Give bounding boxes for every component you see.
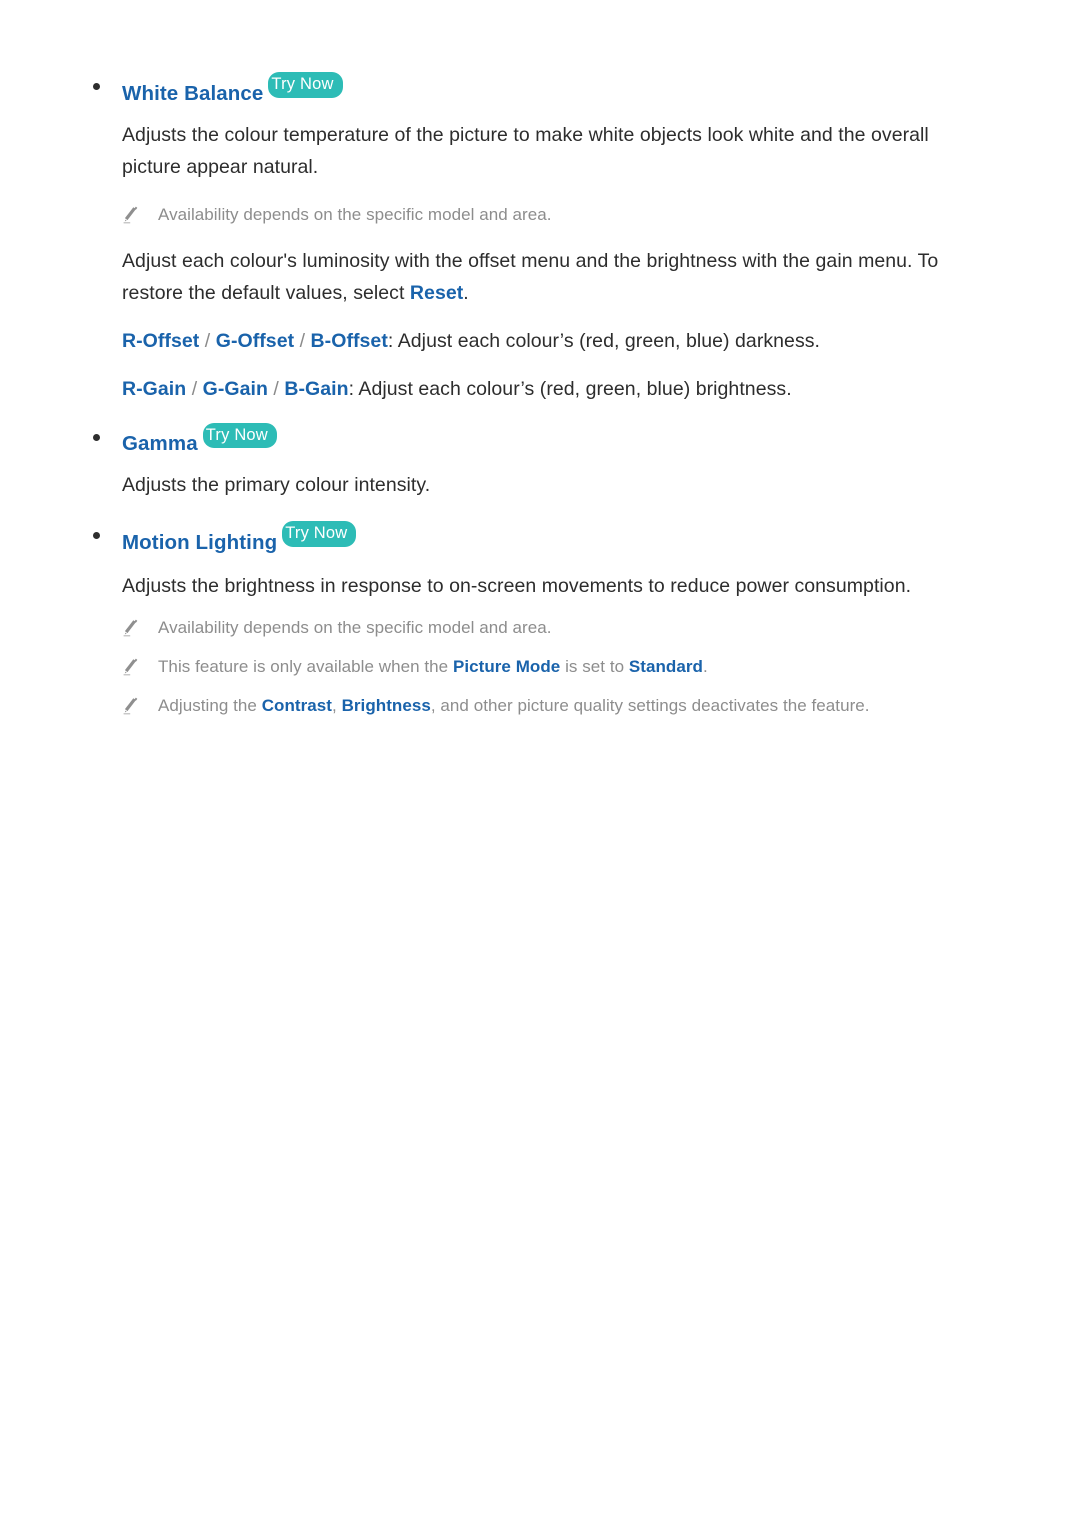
term-separator-1: / <box>204 329 211 352</box>
bullet-dot-icon <box>93 83 100 90</box>
term-reset[interactable]: Reset <box>410 282 463 304</box>
paragraph-text: Adjusts the colour temperature of the pi… <box>122 123 929 178</box>
note-motion-lighting-availability: Availability depends on the specific mod… <box>0 614 1080 642</box>
term-contrast[interactable]: Contrast <box>262 696 332 715</box>
paragraph-motion-lighting-description: Adjusts the brightness in response to on… <box>0 570 1080 602</box>
note-text: Availability depends on the specific mod… <box>158 617 552 637</box>
term-g-gain[interactable]: G-Gain <box>203 378 268 400</box>
note-white-balance-availability: Availability depends on the specific mod… <box>0 201 1080 229</box>
note-text-part3: , and other picture quality settings dea… <box>430 695 870 715</box>
heading-label: Gamma <box>122 432 198 455</box>
section-heading-motion-lighting: Motion Lighting Try Now <box>0 521 1080 556</box>
heading-text: White Balance Try Now <box>122 72 343 105</box>
note-text-part1: This feature is only available when the <box>158 656 453 676</box>
note-text-part3: . <box>702 656 708 676</box>
paragraph-text: Adjusts the brightness in response to on… <box>122 574 912 597</box>
term-separator-2: / <box>299 329 306 352</box>
term-r-offset[interactable]: R-Offset <box>122 330 199 352</box>
term-standard[interactable]: Standard <box>629 657 703 676</box>
document-page: White Balance Try Now Adjusts the colour … <box>0 0 1080 1527</box>
paragraph-gamma-description: Adjusts the primary colour intensity. <box>0 469 1080 501</box>
pencil-icon <box>122 205 140 224</box>
pencil-icon <box>122 657 140 676</box>
term-b-offset[interactable]: B-Offset <box>311 330 388 352</box>
note-motion-lighting-picture-mode: This feature is only available when the … <box>0 653 1080 681</box>
note-text-part2: , <box>332 695 342 715</box>
try-now-badge[interactable]: Try Now <box>202 422 277 448</box>
note-text-part2: is set to <box>560 656 629 676</box>
pencil-icon <box>122 618 140 637</box>
term-picture-mode[interactable]: Picture Mode <box>453 657 560 676</box>
pencil-icon <box>122 696 140 715</box>
paragraph-gain-terms: R-Gain / G-Gain / B-Gain: Adjust each co… <box>0 373 1080 405</box>
term-r-gain[interactable]: R-Gain <box>122 378 186 400</box>
note-text: Availability depends on the specific mod… <box>158 204 552 224</box>
note-motion-lighting-contrast-brightness: Adjusting the Contrast, Brightness, and … <box>0 692 1080 720</box>
paragraph-text: Adjusts the primary colour intensity. <box>122 474 431 496</box>
paragraph-offset-terms: R-Offset / G-Offset / B-Offset: Adjust e… <box>0 325 1080 357</box>
bullet-dot-icon <box>93 532 100 539</box>
heading-label: White Balance <box>122 81 264 105</box>
offset-description: : Adjust each colour’s (red, green, blue… <box>387 329 821 352</box>
paragraph-text-part2: . <box>463 281 469 304</box>
bullet-dot-icon <box>93 433 100 441</box>
term-separator-3: / <box>191 377 198 400</box>
heading-text: Gamma Try Now <box>122 422 277 455</box>
try-now-badge[interactable]: Try Now <box>268 72 343 98</box>
try-now-badge[interactable]: Try Now <box>282 521 357 547</box>
heading-text: Motion Lighting Try Now <box>122 521 357 554</box>
section-heading-white-balance: White Balance Try Now <box>0 72 1080 107</box>
term-b-gain[interactable]: B-Gain <box>284 378 348 400</box>
note-text-part1: Adjusting the <box>158 695 262 715</box>
term-brightness[interactable]: Brightness <box>342 696 431 715</box>
paragraph-white-balance-description: Adjusts the colour temperature of the pi… <box>0 119 1080 183</box>
gain-description: : Adjust each colour’s (red, green, blue… <box>348 377 792 400</box>
document-content: White Balance Try Now Adjusts the colour … <box>0 0 1080 720</box>
section-heading-gamma: Gamma Try Now <box>0 422 1080 458</box>
heading-label: Motion Lighting <box>122 530 278 554</box>
paragraph-text-part1: Adjust each colour's luminosity with the… <box>122 249 939 304</box>
paragraph-white-balance-adjust: Adjust each colour's luminosity with the… <box>0 245 1080 309</box>
term-g-offset[interactable]: G-Offset <box>216 330 294 352</box>
term-separator-4: / <box>273 377 279 400</box>
